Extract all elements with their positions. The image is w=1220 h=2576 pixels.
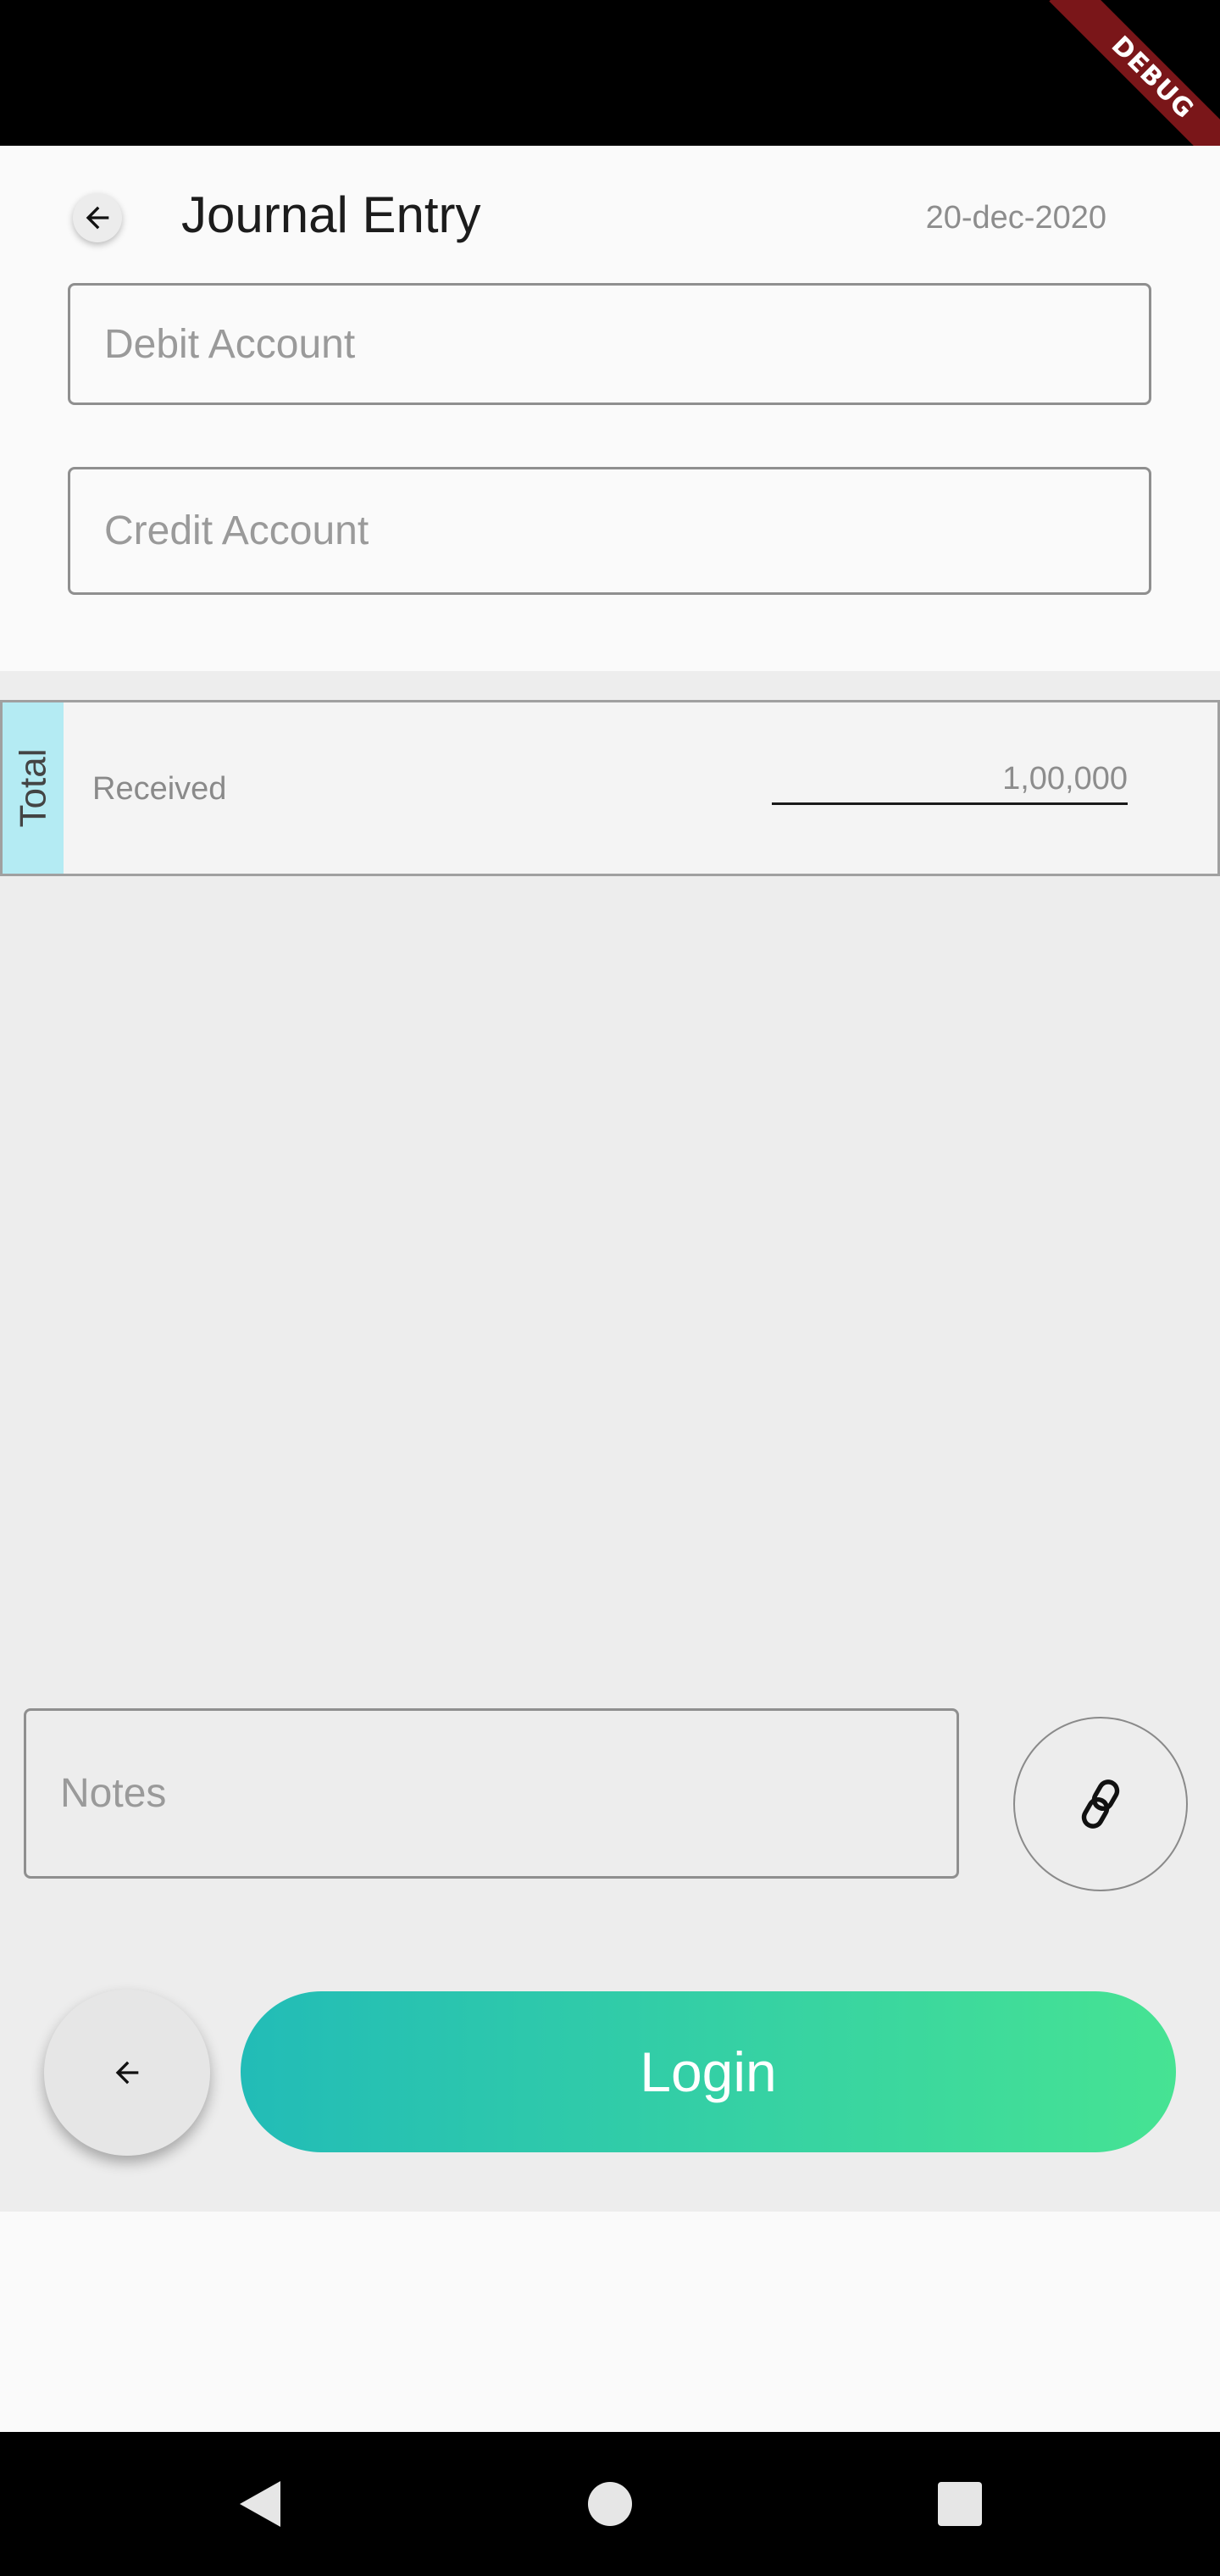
total-card: Total Received 1,00,000 xyxy=(0,700,1220,876)
nav-recents-button[interactable] xyxy=(922,2466,998,2542)
arrow-left-icon xyxy=(86,206,109,230)
notes-placeholder: Notes xyxy=(60,1771,167,1816)
login-button[interactable]: Login xyxy=(241,1991,1176,2152)
received-label: Received xyxy=(92,771,227,807)
credit-account-field[interactable]: Credit Account xyxy=(68,467,1151,595)
nav-home-button[interactable] xyxy=(572,2466,648,2542)
back-button[interactable] xyxy=(73,193,122,242)
attach-button[interactable] xyxy=(1013,1717,1188,1891)
back-fab-button[interactable] xyxy=(44,1990,210,2156)
credit-account-placeholder: Credit Account xyxy=(104,508,369,553)
notes-field[interactable]: Notes xyxy=(24,1708,959,1879)
link-icon xyxy=(1081,1779,1120,1829)
debug-banner: DEBUG xyxy=(1049,0,1220,146)
total-tab-label: Total xyxy=(12,748,54,828)
debit-account-field[interactable]: Debit Account xyxy=(68,283,1151,405)
triangle-back-icon xyxy=(240,2481,280,2527)
debit-account-placeholder: Debit Account xyxy=(104,321,356,367)
nav-back-button[interactable] xyxy=(222,2466,298,2542)
received-amount-field[interactable]: 1,00,000 xyxy=(772,760,1128,805)
circle-home-icon xyxy=(588,2482,632,2526)
content-area xyxy=(0,671,1220,2212)
entry-date[interactable]: 20-dec-2020 xyxy=(926,202,1106,234)
status-bar: DEBUG xyxy=(0,0,1220,146)
system-navigation-bar xyxy=(0,2432,1220,2576)
total-tab: Total xyxy=(3,702,64,874)
arrow-left-icon xyxy=(115,2061,139,2085)
login-button-label: Login xyxy=(640,2040,777,2103)
page-title: Journal Entry xyxy=(181,186,481,243)
square-recents-icon xyxy=(938,2482,982,2526)
